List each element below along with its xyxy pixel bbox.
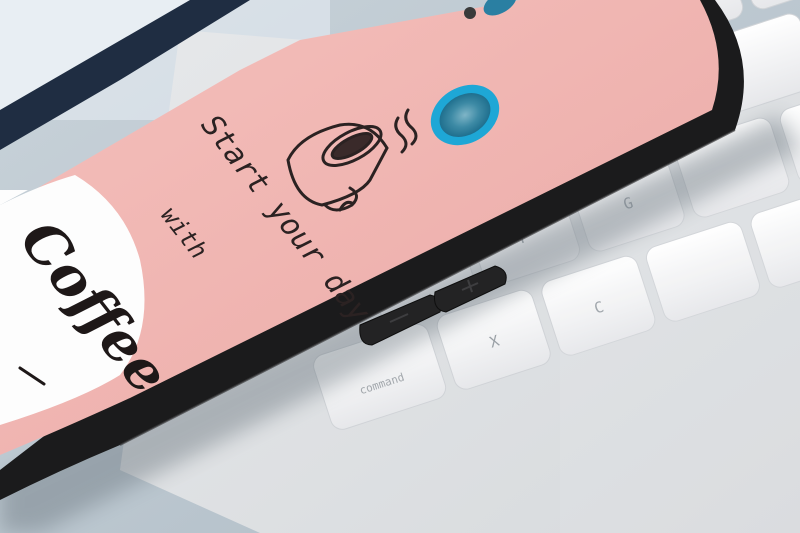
product-photo: R T 6 D F G Y command X C	[0, 0, 800, 533]
flash-icon	[464, 7, 476, 19]
photo-canvas: R T 6 D F G Y command X C	[0, 0, 800, 533]
